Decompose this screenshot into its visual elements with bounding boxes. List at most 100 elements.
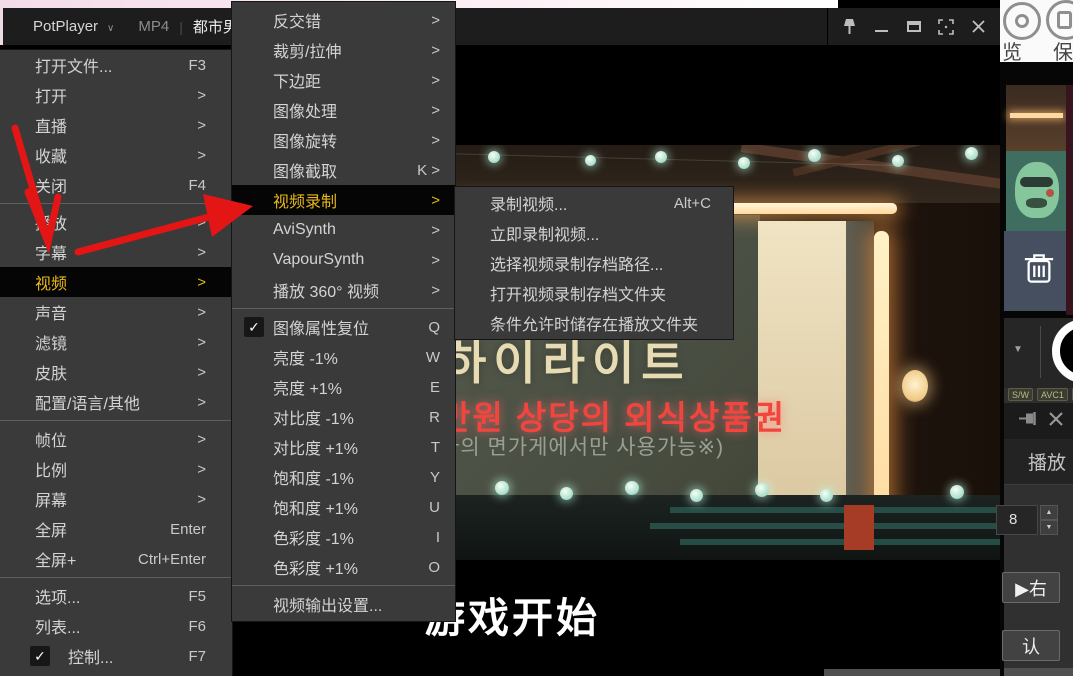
trash-icon[interactable] [1023,251,1055,291]
menu-item-label: AviSynth [273,221,336,239]
menu-item-8[interactable]: 视频 > [0,267,232,297]
menu-item-12[interactable]: 亮度 -1%W [232,342,455,372]
panel-pin-icon[interactable] [1019,412,1037,430]
menu-item-14[interactable]: 对比度 -1%R [232,402,455,432]
record-button[interactable] [1052,319,1073,383]
menu-item-3[interactable]: 打开视频录制存档文件夹 [455,278,733,308]
shortcut-label: W [426,349,440,366]
menu-item-3[interactable]: 图像处理> [232,95,455,125]
menu-item-label: 控制... [68,644,113,668]
menu-separator [0,577,232,578]
menu-item-22[interactable]: ✓控制...F7 [0,641,232,671]
menu-item-label: 屏幕 [35,487,67,511]
menu-item-17[interactable]: 全屏Enter [0,514,232,544]
menu-item-5[interactable]: 图像截取K > [232,155,455,185]
shortcut-label: U [429,499,440,516]
menu-item-18[interactable]: 色彩度 -1%I [232,522,455,552]
minimize-button[interactable] [871,16,893,38]
menu-item-7[interactable]: 字幕> [0,237,232,267]
menu-item-4[interactable]: 条件允许时储存在播放文件夹 [455,308,733,338]
restore-button[interactable] [903,16,925,38]
submenu-arrow-icon: > [431,252,440,269]
chevron-down-icon[interactable]: ∨ [107,23,114,34]
dropdown-caret-icon[interactable]: ▼ [1013,344,1023,355]
close-icon[interactable] [968,16,990,38]
menu-item-17[interactable]: 饱和度 +1%U [232,492,455,522]
recording-thumbnail-face[interactable] [1006,151,1067,231]
app-name[interactable]: PotPlayer [33,18,98,35]
menu-item-18[interactable]: 全屏+Ctrl+Enter [0,544,232,574]
right-button[interactable]: ▶右 [1002,572,1060,603]
menu-item-label: 视频 [35,270,67,294]
submenu-arrow-icon: > [197,461,206,478]
string-light-bulb [820,489,833,502]
delete-panel [1004,231,1073,311]
menu-item-21[interactable]: 列表...F6 [0,611,232,641]
menu-item-7[interactable]: AviSynth> [232,215,455,245]
menu-item-1[interactable]: 打开> [0,80,232,110]
menu-item-13[interactable]: 亮度 +1%E [232,372,455,402]
menu-item-6[interactable]: 播放> [0,207,232,237]
menu-item-11[interactable]: 皮肤> [0,357,232,387]
menu-item-2[interactable]: 下边距> [232,65,455,95]
menu-item-8[interactable]: VapourSynth> [232,245,455,275]
menu-item-label: 播放 [35,210,67,234]
number-input[interactable]: 8 [996,505,1038,535]
menu-item-16[interactable]: 饱和度 -1%Y [232,462,455,492]
menu-item-21[interactable]: 视频输出设置... [232,589,455,619]
menu-item-19[interactable]: 色彩度 +1%O [232,552,455,582]
menu-item-label: 选项... [35,584,80,608]
menu-item-4[interactable]: 关闭F4 [0,170,232,200]
side-column: ▼ S/W AVC1 AAC 播放 8 [1000,62,1073,676]
menu-item-4[interactable]: 图像旋转> [232,125,455,155]
shortcut-label: Ctrl+Enter [138,551,206,568]
menu-item-15[interactable]: 比例> [0,454,232,484]
menu-item-label: 声音 [35,300,67,324]
panel-close-icon[interactable] [1049,412,1063,431]
menu-item-0[interactable]: 打开文件...F3 [0,50,232,80]
tab-play[interactable]: 播放 [1004,439,1073,485]
window-controls [827,8,1000,45]
mouth-graphic [1026,198,1047,208]
string-light-bulb [808,149,821,162]
default-button[interactable]: 认 [1002,630,1060,661]
red-post [844,505,874,550]
submenu-arrow-icon: > [197,394,206,411]
menu-item-20[interactable]: 选项...F5 [0,581,232,611]
stepper-down-icon[interactable]: ▼ [1040,520,1058,535]
menu-item-0[interactable]: 反交错> [232,5,455,35]
menu-item-16[interactable]: 屏幕> [0,484,232,514]
titlebar-divider: | [179,19,183,35]
menu-item-6[interactable]: 视频录制> [232,185,455,215]
string-light-bulb [690,489,703,502]
menu-item-10[interactable]: 滤镜> [0,327,232,357]
stepper-up-icon[interactable]: ▲ [1040,505,1058,520]
menu-item-1[interactable]: 立即录制视频... [455,218,733,248]
menu-item-2[interactable]: 直播> [0,110,232,140]
menu-item-label: 立即录制视频... [490,221,599,245]
thumbnail-neon [1010,113,1063,118]
menu-item-2[interactable]: 选择视频录制存档路径... [455,248,733,278]
menu-item-1[interactable]: 裁剪/拉伸> [232,35,455,65]
menu-item-14[interactable]: 帧位> [0,424,232,454]
fullscreen-icon[interactable] [935,16,957,38]
menu-item-label: 反交错 [273,8,321,32]
menu-item-9[interactable]: 播放 360° 视频> [232,275,455,305]
menu-item-11[interactable]: ✓图像属性复位Q [232,312,455,342]
shortcut-label: Y [430,469,440,486]
menu-item-label: 图像属性复位 [273,315,369,339]
menu-item-9[interactable]: 声音> [0,297,232,327]
menu-item-3[interactable]: 收藏> [0,140,232,170]
menu-item-label: 对比度 -1% [273,405,354,429]
check-icon: ✓ [30,646,50,666]
menu-item-label: 下边距 [273,68,321,92]
background-app-corner: 览 保 [1000,0,1073,62]
submenu-arrow-icon: > [197,87,206,104]
submenu-arrow-icon: > [197,274,206,291]
menu-item-15[interactable]: 对比度 +1%T [232,432,455,462]
submenu-arrow-icon: > [197,117,206,134]
menu-item-12[interactable]: 配置/语言/其他> [0,387,232,417]
recording-thumbnail-scene[interactable] [1006,85,1067,151]
pin-icon[interactable] [838,16,860,38]
menu-item-0[interactable]: 录制视频...Alt+C [455,188,733,218]
